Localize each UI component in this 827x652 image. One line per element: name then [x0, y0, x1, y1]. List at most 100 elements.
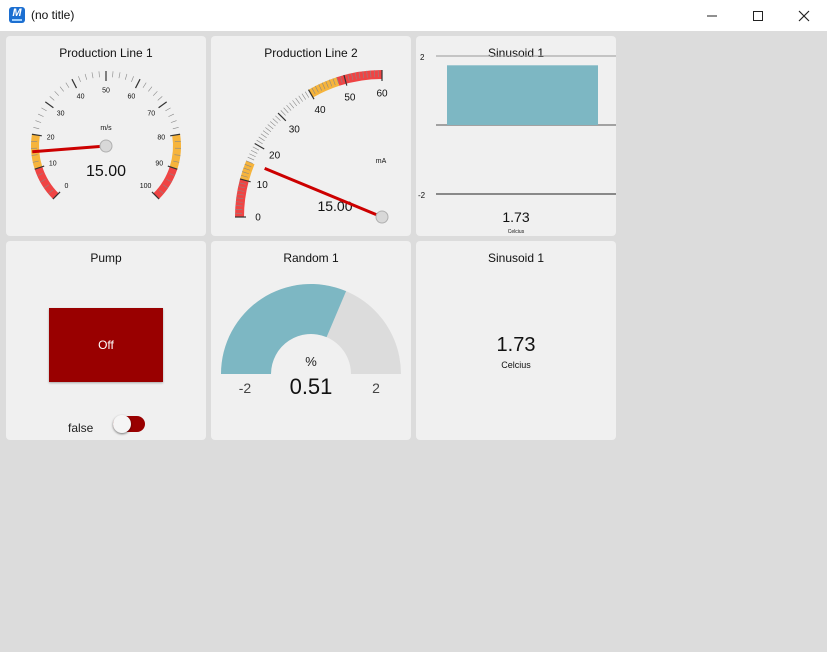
- gauge-minor-tick: [54, 91, 59, 96]
- toggle-thumb[interactable]: [113, 415, 131, 433]
- speed-gauge: 0 10 20 30 40 50 60 70 80 90 100 m/s 15.00: [31, 71, 181, 200]
- gauge-minor-tick: [59, 86, 64, 92]
- card-title: Sinusoid 1: [487, 251, 545, 265]
- sinusoid-value: 1.73: [496, 334, 536, 356]
- gauge-unit: %: [305, 354, 317, 369]
- gauge-tick-label: 50: [344, 93, 356, 104]
- gauge-minor-tick: [275, 115, 281, 121]
- gauge-minor-tick: [295, 97, 300, 104]
- chart-bar: [447, 65, 598, 125]
- gauge-max-label: 2: [372, 380, 380, 396]
- gauge-minor-tick: [267, 124, 274, 130]
- gauge-minor-tick: [258, 136, 265, 142]
- gauge-value: 0.51: [290, 374, 333, 399]
- window-title: (no title): [31, 8, 75, 22]
- gauge-minor-tick: [49, 96, 55, 101]
- gauge-tick-label: 0: [64, 183, 68, 190]
- gauge-minor-tick: [304, 91, 310, 98]
- gauge-minor-tick: [170, 120, 177, 123]
- window-titlebar: M (no title): [0, 0, 827, 31]
- switch-state-label: false: [68, 421, 94, 435]
- gauge-tick-label: 20: [47, 135, 55, 142]
- gauge-minor-tick: [247, 156, 255, 161]
- gauge-minor-tick: [256, 139, 263, 145]
- gauge-minor-tick: [112, 71, 114, 78]
- donut-gauge: % 0.51 -2 2: [221, 284, 401, 399]
- gauge-minor-tick: [249, 153, 256, 157]
- gauge-tick-label: 50: [102, 87, 110, 94]
- gauge-major-tick: [44, 101, 54, 109]
- gauge-unit: mA: [376, 158, 387, 165]
- gauge-major-tick: [158, 101, 168, 109]
- gauge-minor-tick: [35, 120, 42, 123]
- gauge-tick-label: 10: [49, 161, 57, 168]
- gauge-tick-label: 40: [314, 105, 326, 116]
- gauge-minor-tick: [172, 127, 179, 130]
- gauge-minor-tick: [260, 133, 267, 138]
- current-gauge: 0 10 20 30 40 50 60 mA 15.00: [235, 70, 389, 224]
- gauge-fill: [221, 284, 347, 374]
- gauge-zone-warn: [169, 134, 181, 170]
- gauge-needle: [32, 144, 107, 154]
- gauge-minor-tick: [289, 102, 295, 109]
- sinusoid-bar-chart: 2 -2 1.73 Celcius: [418, 53, 616, 235]
- gauge-minor-tick: [252, 146, 260, 151]
- pump-off-button[interactable]: Off: [49, 308, 163, 382]
- gauge-major-tick: [71, 78, 78, 89]
- gauge-minor-tick: [78, 76, 81, 82]
- gauge-minor-tick: [124, 73, 128, 80]
- gauge-minor-tick: [165, 107, 171, 112]
- chart-unit: Celcius: [508, 229, 525, 235]
- gauge-minor-tick: [98, 71, 100, 78]
- app-logo-icon: M: [9, 7, 25, 23]
- gauge-minor-tick: [131, 76, 134, 82]
- gauge-tick-label: 90: [155, 161, 163, 168]
- gauge-minor-tick: [38, 113, 44, 117]
- gauge-hub: [99, 139, 113, 153]
- gauge-min-label: -2: [239, 380, 252, 396]
- gauge-minor-tick: [250, 149, 258, 154]
- y-tick-min: -2: [418, 191, 426, 200]
- card-random-1: Random 1 % 0.51 -2 2: [211, 241, 411, 440]
- card-pump: Pump Off false: [6, 241, 206, 440]
- gauge-minor-tick: [157, 96, 163, 101]
- gauge-minor-tick: [272, 118, 279, 124]
- card-title: Pump: [90, 251, 122, 265]
- gauge-minor-tick: [262, 130, 269, 135]
- gauge-tick-label: 60: [376, 88, 388, 99]
- gauge-hub: [375, 210, 389, 224]
- gauge-value: 15.00: [86, 163, 126, 180]
- gauge-minor-tick: [65, 82, 70, 88]
- dashboard: Production Line 1 0 10 20 30 40 50 60 70 80 90 100…: [0, 31, 827, 652]
- gauge-tick-marks: 0 10 20 30 40 50 60: [235, 70, 388, 223]
- close-button[interactable]: [781, 0, 827, 31]
- gauge-minor-tick: [153, 91, 158, 96]
- gauge-major-tick: [134, 78, 141, 89]
- card-sinusoid-chart: Sinusoid 1 2 -2 1.73 Celcius: [416, 36, 616, 236]
- minimize-icon: [707, 15, 717, 17]
- gauge-minor-tick: [91, 72, 94, 79]
- gauge-tick-label: 30: [289, 125, 301, 136]
- gauge-tick-label: 80: [157, 135, 165, 142]
- gauge-tick-label: 0: [255, 212, 261, 223]
- gauge-unit: m/s: [100, 125, 112, 132]
- gauge-tick-label: 70: [147, 110, 155, 117]
- gauge-minor-tick: [265, 127, 272, 133]
- minimize-button[interactable]: [689, 0, 735, 31]
- gauge-tick-label: 60: [128, 93, 136, 100]
- maximize-button[interactable]: [735, 0, 781, 31]
- gauge-minor-tick: [168, 113, 174, 117]
- gauge-minor-tick: [283, 107, 289, 114]
- gauge-minor-tick: [142, 82, 147, 88]
- card-production-line-2: Production Line 2 0 10 20 30 40 50 60 mA 15.00: [211, 36, 411, 236]
- gauge-zone-danger: [153, 166, 178, 200]
- gauge-zone-warn: [308, 77, 340, 98]
- gauge-minor-tick: [298, 95, 303, 102]
- maximize-icon: [753, 11, 763, 21]
- gauge-minor-tick: [148, 86, 153, 92]
- gauge-minor-tick: [301, 93, 307, 100]
- gauge-zone-warn: [240, 160, 255, 182]
- gauge-minor-tick: [33, 127, 40, 130]
- gauge-minor-tick: [41, 107, 47, 112]
- card-sinusoid-text: Sinusoid 1 1.73 Celcius: [416, 241, 616, 440]
